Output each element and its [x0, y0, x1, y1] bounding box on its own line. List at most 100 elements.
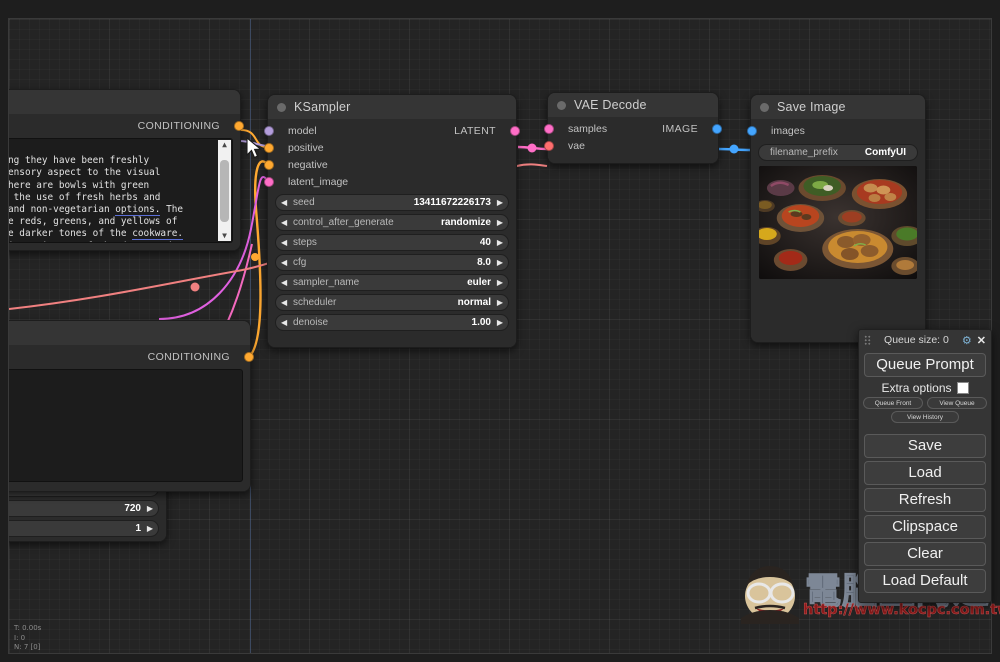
decrement-arrow-icon[interactable]: ◀ [281, 198, 287, 207]
collapse-dot-icon[interactable] [557, 100, 566, 110]
scroll-down-icon[interactable]: ▼ [222, 232, 227, 240]
slot-label: vae [568, 140, 585, 152]
widget-filename-prefix[interactable]: filename_prefix ComfyUI [758, 144, 918, 161]
extra-options-row[interactable]: Extra options [859, 381, 991, 395]
slot-model-in[interactable]: model LATENT [264, 123, 520, 139]
vae-input-port-icon[interactable] [544, 141, 554, 151]
increment-arrow-icon[interactable]: ▶ [497, 258, 503, 267]
node-title-bar[interactable]: VAE Decode [548, 93, 718, 117]
collapse-dot-icon[interactable] [760, 102, 769, 112]
images-input-port-icon[interactable] [747, 126, 757, 136]
increment-arrow-icon[interactable]: ▶ [147, 524, 153, 533]
drag-handle-icon[interactable] [864, 335, 871, 345]
widget-steps[interactable]: ◀ steps 40 ▶ [275, 234, 509, 251]
widget-label: steps [293, 237, 317, 248]
slot-label: latent_image [288, 176, 349, 188]
widget-seed[interactable]: ◀ seed 13411672226173 ▶ [275, 194, 509, 211]
model-input-port-icon[interactable] [264, 126, 274, 136]
extra-options-checkbox[interactable] [956, 382, 969, 394]
node-title-bar[interactable]: (Prompt) [9, 90, 240, 114]
node-graph-canvas[interactable]: (Prompt) CONDITIONING shes, suggesting t… [8, 18, 992, 654]
panel-divider [859, 425, 991, 431]
node-clip-text-encode-negative[interactable]: e (Prompt) CONDITIONING [9, 320, 254, 492]
node-title-bar[interactable]: e (Prompt) [9, 321, 250, 345]
increment-arrow-icon[interactable]: ▶ [497, 238, 503, 247]
clear-button[interactable]: Clear [864, 542, 986, 566]
decrement-arrow-icon[interactable]: ◀ [281, 238, 287, 247]
node-ksampler[interactable]: KSampler model LATENT positive negative [264, 94, 520, 348]
node-title-bar[interactable]: Save Image [751, 95, 925, 119]
scroll-up-icon[interactable]: ▲ [222, 141, 227, 149]
slot-samples-in[interactable]: samples IMAGE [544, 121, 722, 137]
widget-scheduler[interactable]: ◀ scheduler normal ▶ [275, 294, 509, 311]
prompt-textarea[interactable]: shes, suggesting they have been freshly … [8, 138, 233, 243]
gear-icon[interactable]: ⚙ [962, 334, 972, 347]
prompt-line: ell against the darker tones of the cook… [8, 228, 184, 241]
positive-input-port-icon[interactable] [264, 143, 274, 153]
widget-denoise[interactable]: ◀ denoise 1.00 ▶ [275, 314, 509, 331]
mouse-cursor-icon [246, 137, 262, 159]
widget-height[interactable]: ◀ 720 ▶ [9, 500, 159, 517]
slot-conditioning-out[interactable]: CONDITIONING [9, 118, 244, 134]
latent-image-input-port-icon[interactable] [264, 177, 274, 187]
view-queue-button[interactable]: View Queue [927, 397, 987, 409]
slot-negative-in[interactable]: negative [264, 157, 516, 173]
image-output-port-icon[interactable] [712, 124, 722, 134]
clipspace-button[interactable]: Clipspace [864, 515, 986, 539]
widget-batch-size[interactable]: ◀ 1 ▶ [9, 520, 159, 537]
node-title-text: KSampler [294, 100, 351, 114]
scrollbar-thumb[interactable] [220, 159, 229, 222]
increment-arrow-icon[interactable]: ▶ [497, 278, 503, 287]
samples-input-port-icon[interactable] [544, 124, 554, 134]
decrement-arrow-icon[interactable]: ◀ [281, 318, 287, 327]
slot-positive-in[interactable]: positive [264, 140, 516, 156]
node-save-image[interactable]: Save Image images filename_prefix ComfyU… [747, 94, 926, 343]
refresh-button[interactable]: Refresh [864, 488, 986, 512]
decrement-arrow-icon[interactable]: ◀ [281, 218, 287, 227]
decrement-arrow-icon[interactable]: ◀ [281, 278, 287, 287]
prompt-line: ot, adding a sensory aspect to the visua… [8, 167, 161, 179]
negative-input-port-icon[interactable] [264, 160, 274, 170]
decrement-arrow-icon[interactable]: ◀ [281, 298, 287, 307]
comfyui-menu-panel[interactable]: Queue size: 0 ⚙ ✕ Queue Prompt Extra opt… [858, 329, 992, 603]
slot-latent-image-in[interactable]: latent_image [264, 174, 516, 190]
prompt-textarea[interactable] [9, 369, 243, 482]
queue-front-button[interactable]: Queue Front [863, 397, 923, 409]
decrement-arrow-icon[interactable]: ◀ [281, 258, 287, 267]
queue-prompt-button[interactable]: Queue Prompt [864, 353, 986, 377]
increment-arrow-icon[interactable]: ▶ [497, 298, 503, 307]
prompt-line: mplied by the image is one of abundance … [9, 241, 172, 242]
widget-label: seed [293, 197, 315, 208]
widget-value: randomize [440, 217, 491, 228]
conditioning-output-port-icon[interactable] [244, 352, 254, 362]
increment-arrow-icon[interactable]: ▶ [497, 318, 503, 327]
widget-control-after-generate[interactable]: ◀ control_after_generate randomize ▶ [275, 214, 509, 231]
slot-images-in[interactable]: images [747, 123, 925, 139]
load-button[interactable]: Load [864, 461, 986, 485]
increment-arrow-icon[interactable]: ▶ [497, 218, 503, 227]
textarea-scrollbar[interactable]: ▲ ▼ [218, 140, 231, 241]
save-button[interactable]: Save [864, 434, 986, 458]
close-icon[interactable]: ✕ [977, 334, 986, 347]
node-body: images filename_prefix ComfyUI [747, 119, 925, 342]
node-body: samples IMAGE vae [544, 117, 722, 163]
slot-vae-in[interactable]: vae [544, 138, 718, 154]
panel-header[interactable]: Queue size: 0 ⚙ ✕ [859, 330, 991, 350]
collapse-dot-icon[interactable] [277, 102, 286, 112]
widget-value: ComfyUI [864, 147, 906, 158]
widget-label: sampler_name [293, 277, 360, 288]
view-history-button[interactable]: View History [891, 411, 959, 423]
latent-output-port-icon[interactable] [510, 126, 520, 136]
increment-arrow-icon[interactable]: ▶ [147, 504, 153, 513]
node-vae-decode[interactable]: VAE Decode samples IMAGE vae [544, 92, 722, 164]
increment-arrow-icon[interactable]: ▶ [497, 198, 503, 207]
node-title-bar[interactable]: KSampler [268, 95, 516, 119]
widget-cfg[interactable]: ◀ cfg 8.0 ▶ [275, 254, 509, 271]
slot-conditioning-out[interactable]: CONDITIONING [9, 349, 254, 365]
node-clip-text-encode-positive[interactable]: (Prompt) CONDITIONING shes, suggesting t… [8, 89, 244, 251]
widget-value: 8.0 [477, 257, 491, 268]
conditioning-output-port-icon[interactable] [234, 121, 244, 131]
widget-sampler-name[interactable]: ◀ sampler_name euler ▶ [275, 274, 509, 291]
load-default-button[interactable]: Load Default [864, 569, 986, 593]
image-preview[interactable] [759, 166, 917, 279]
